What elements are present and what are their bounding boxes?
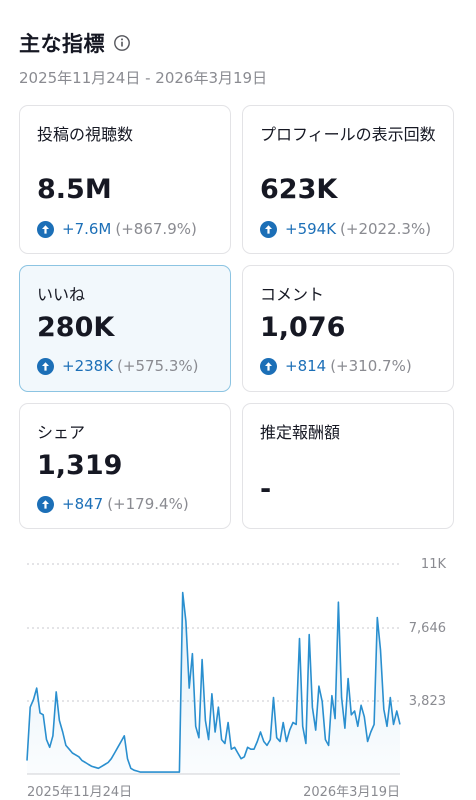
card-change: +594K (+2022.3%) bbox=[260, 220, 431, 238]
x-tick-label: 2026年3月19日 bbox=[303, 785, 400, 800]
delta-percent: (+867.9%) bbox=[115, 220, 197, 238]
delta-percent: (+310.7%) bbox=[330, 357, 412, 375]
y-tick-label: 11K bbox=[421, 557, 447, 572]
delta-value: +238K bbox=[62, 357, 114, 375]
card-value: 8.5M bbox=[37, 174, 112, 205]
metrics-header: 主な指標 2025年11月24日 - 2026年3月19日 bbox=[19, 28, 267, 88]
date-range: 2025年11月24日 - 2026年3月19日 bbox=[19, 69, 268, 87]
delta-value: +847 bbox=[62, 495, 104, 513]
delta-percent: (+2022.3%) bbox=[340, 220, 432, 238]
arrow-up-icon bbox=[260, 220, 277, 238]
card-change: +238K (+575.3%) bbox=[37, 357, 199, 375]
card-value: 1,319 bbox=[37, 450, 123, 481]
card-label: プロフィールの表示回数 bbox=[260, 125, 436, 144]
card-label: シェア bbox=[37, 423, 86, 442]
y-tick-label: 3,823 bbox=[409, 694, 446, 709]
title-row: 主な指標 bbox=[19, 28, 267, 58]
card-label: いいね bbox=[37, 285, 86, 304]
card-change: +847 (+179.4%) bbox=[37, 495, 189, 513]
card-label: 投稿の視聴数 bbox=[37, 125, 134, 144]
card-label: コメント bbox=[260, 285, 325, 304]
arrow-up-icon bbox=[260, 357, 277, 375]
page-title: 主な指標 bbox=[19, 32, 105, 56]
card-profile-views[interactable]: プロフィールの表示回数 623K +594K (+2022.3%) bbox=[242, 105, 454, 254]
card-post-views[interactable]: 投稿の視聴数 8.5M +7.6M (+867.9%) bbox=[19, 105, 231, 254]
chart-svg: 11K 7,646 3,823 2025年11月24日 2026年3月19日 bbox=[26, 557, 447, 800]
arrow-up-icon bbox=[37, 357, 54, 375]
card-change: +7.6M (+867.9%) bbox=[37, 220, 197, 238]
card-comments[interactable]: コメント 1,076 +814 (+310.7%) bbox=[242, 265, 454, 392]
likes-chart: 11K 7,646 3,823 2025年11月24日 2026年3月19日 bbox=[0, 548, 476, 800]
card-value: - bbox=[260, 474, 272, 505]
y-tick-label: 7,646 bbox=[409, 621, 446, 636]
delta-value: +7.6M bbox=[62, 220, 112, 238]
card-shares[interactable]: シェア 1,319 +847 (+179.4%) bbox=[19, 403, 231, 529]
x-tick-label: 2025年11月24日 bbox=[27, 785, 132, 800]
card-estimated-earnings[interactable]: 推定報酬額 - bbox=[242, 403, 454, 529]
info-icon[interactable] bbox=[113, 34, 131, 52]
card-change: +814 (+310.7%) bbox=[260, 357, 412, 375]
card-likes[interactable]: いいね 280K +238K (+575.3%) bbox=[19, 265, 231, 392]
card-value: 1,076 bbox=[260, 312, 346, 343]
arrow-up-icon bbox=[37, 495, 54, 513]
delta-value: +594K bbox=[285, 220, 337, 238]
arrow-up-icon bbox=[37, 220, 54, 238]
card-value: 623K bbox=[260, 174, 338, 205]
delta-percent: (+575.3%) bbox=[117, 357, 199, 375]
card-value: 280K bbox=[37, 312, 115, 343]
chart-area bbox=[27, 592, 400, 774]
card-label: 推定報酬額 bbox=[260, 423, 341, 442]
delta-value: +814 bbox=[285, 357, 327, 375]
delta-percent: (+179.4%) bbox=[107, 495, 189, 513]
